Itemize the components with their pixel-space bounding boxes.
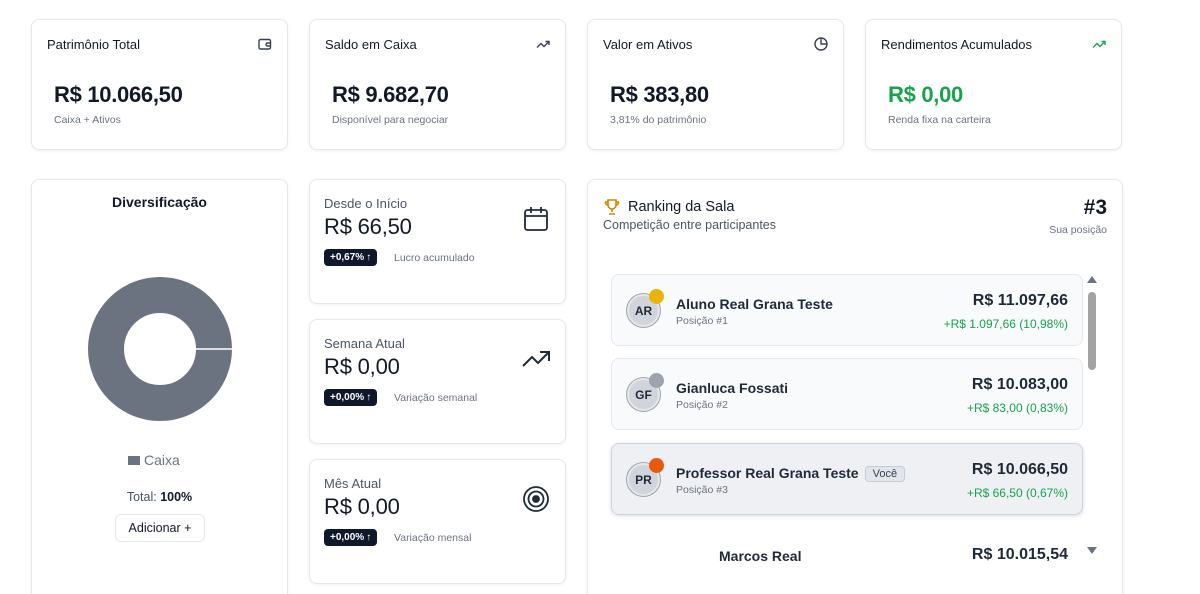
- gold-medal-icon: [649, 289, 664, 304]
- trending-up-icon: [522, 351, 550, 367]
- stat-subtitle: Caixa + Ativos: [54, 114, 121, 126]
- scroll-down-arrow-icon[interactable]: [1087, 547, 1097, 554]
- participant-name: Marcos Real: [719, 548, 802, 561]
- stat-value: R$ 0,00: [888, 82, 963, 107]
- participant-gain: +R$ 83,00 (0,83%): [966, 401, 1068, 415]
- stat-label: Patrimônio Total: [47, 37, 140, 52]
- arrow-up-icon: ↑: [366, 532, 372, 543]
- stat-subtitle: Disponível para negociar: [332, 114, 449, 126]
- participant-name: Professor Real Grana Teste Você: [676, 465, 906, 482]
- ranking-scrollbar[interactable]: [1087, 276, 1098, 556]
- period-change-badge: +0,00% ↑: [324, 389, 378, 406]
- period-note: Variação mensal: [394, 532, 472, 544]
- period-note: Variação semanal: [394, 392, 478, 404]
- diversification-title: Diversificação: [112, 194, 207, 210]
- you-badge: Você: [864, 466, 906, 482]
- stat-subtitle: Renda fixa na carteira: [888, 114, 991, 126]
- participant-name: Aluno Real Grana Teste: [676, 296, 833, 312]
- stat-subtitle: 3,81% do patrimônio: [610, 114, 707, 126]
- add-asset-button[interactable]: Adicionar +: [115, 514, 205, 542]
- stat-value: R$ 383,80: [610, 82, 709, 107]
- legend-swatch: [128, 455, 140, 465]
- stat-label: Rendimentos Acumulados: [881, 37, 1033, 52]
- period-label: Desde o Início: [324, 196, 408, 211]
- period-card-mes: Mês Atual R$ 0,00 +0,00% ↑ Variação mensa…: [309, 459, 566, 584]
- period-change-badge: +0,67% ↑: [324, 249, 378, 266]
- stat-label: Saldo em Caixa: [325, 37, 417, 52]
- participant-gain: +R$ 1.097,66 (10,98%): [943, 317, 1068, 331]
- period-value: R$ 0,00: [324, 354, 400, 379]
- bronze-medal-icon: [649, 458, 664, 473]
- legend-label: Caixa: [144, 452, 180, 468]
- ranking-row[interactable]: Marcos Real R$ 10.015,54: [611, 543, 1083, 561]
- participant-position: Posição #1: [676, 315, 728, 327]
- period-label: Semana Atual: [324, 336, 405, 351]
- participant-value: R$ 10.083,00: [971, 376, 1068, 393]
- period-card-desde-inicio: Desde o Início R$ 66,50 +0,67% ↑ Lucro ac…: [309, 179, 566, 304]
- legend-item-caixa: Caixa: [128, 452, 180, 468]
- stat-value: R$ 10.066,50: [54, 82, 183, 107]
- total-label: Total:: [126, 490, 157, 504]
- ranking-row[interactable]: GF Gianluca Fossati Posição #2 R$ 10.083…: [611, 358, 1083, 430]
- total-allocation: Total: 100%: [32, 490, 287, 504]
- stat-card-valor-ativos: Valor em Ativos R$ 383,80 3,81% do patri…: [587, 19, 844, 150]
- period-card-semana: Semana Atual R$ 0,00 +0,00% ↑ Variação se…: [309, 319, 566, 444]
- trending-up-green-icon: [1092, 40, 1106, 48]
- stat-value: R$ 9.682,70: [332, 82, 449, 107]
- ranking-card: Ranking da Sala Competição entre partici…: [587, 179, 1123, 594]
- scroll-thumb[interactable]: [1088, 292, 1096, 370]
- wallet-icon: [258, 38, 272, 50]
- period-value: R$ 0,00: [324, 494, 400, 519]
- ranking-row[interactable]: AR Aluno Real Grana Teste Posição #1 R$ …: [611, 274, 1083, 346]
- ranking-list[interactable]: AR Aluno Real Grana Teste Posição #1 R$ …: [588, 180, 1122, 561]
- trending-up-icon: [536, 40, 550, 48]
- scroll-up-arrow-icon[interactable]: [1087, 276, 1097, 283]
- participant-position: Posição #3: [676, 484, 728, 496]
- diversification-donut: [88, 277, 232, 421]
- target-icon: [523, 486, 549, 512]
- participant-gain: +R$ 66,50 (0,67%): [966, 486, 1068, 500]
- calendar-icon: [524, 207, 548, 231]
- period-value: R$ 66,50: [324, 214, 412, 239]
- participant-name: Gianluca Fossati: [676, 380, 789, 396]
- period-label: Mês Atual: [324, 476, 382, 491]
- total-value: 100%: [160, 490, 193, 504]
- participant-value: R$ 10.015,54: [971, 546, 1068, 561]
- participant-value: R$ 11.097,66: [972, 292, 1068, 309]
- pie-chart-icon: [814, 37, 828, 51]
- arrow-up-icon: ↑: [366, 392, 372, 403]
- ranking-row-current-user[interactable]: PR Professor Real Grana Teste Você Posiçã…: [611, 443, 1083, 515]
- silver-medal-icon: [649, 373, 664, 388]
- participant-position: Posição #2: [676, 399, 728, 411]
- participant-value: R$ 10.066,50: [971, 461, 1068, 478]
- stat-label: Valor em Ativos: [603, 37, 693, 52]
- arrow-up-icon: ↑: [366, 252, 372, 263]
- diversification-card: Diversificação Caixa Total: 100% Adicion…: [31, 179, 288, 594]
- stat-card-saldo-caixa: Saldo em Caixa R$ 9.682,70 Disponível pa…: [309, 19, 566, 150]
- stat-card-rendimentos: Rendimentos Acumulados R$ 0,00 Renda fix…: [865, 19, 1122, 150]
- period-note: Lucro acumulado: [394, 252, 475, 264]
- stat-card-patrimonio-total: Patrimônio Total R$ 10.066,50 Caixa + At…: [31, 19, 288, 150]
- period-change-badge: +0,00% ↑: [324, 529, 378, 546]
